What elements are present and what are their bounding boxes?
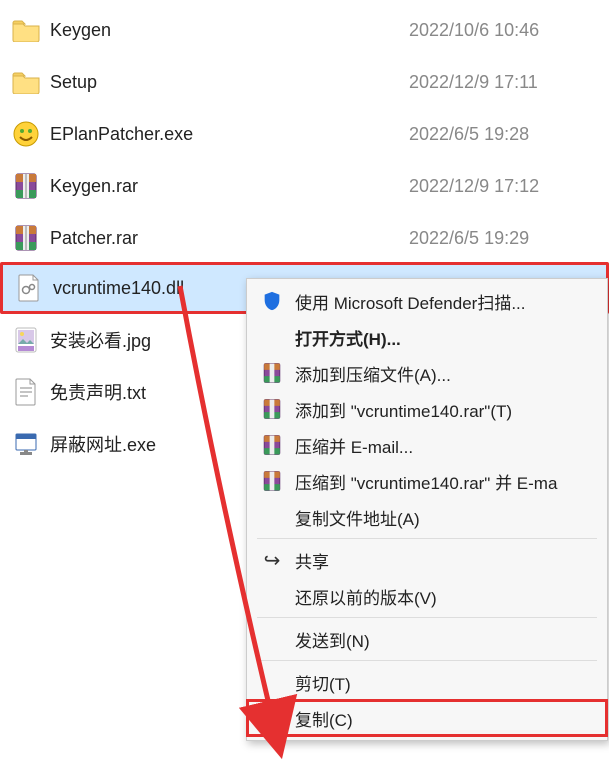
menu-item-label: 添加到压缩文件(A)...: [295, 361, 451, 386]
menu-separator: [257, 617, 597, 618]
menu-item-label: 还原以前的版本(V): [295, 584, 437, 609]
menu-item-add-archive[interactable]: 添加到压缩文件(A)...: [247, 355, 607, 391]
rar-icon: [259, 396, 285, 422]
menu-item-share[interactable]: ↪ 共享: [247, 542, 607, 578]
rar-icon: [12, 172, 40, 200]
file-name: Keygen: [50, 20, 409, 41]
image-icon: [12, 326, 40, 354]
file-date: 2022/10/6 10:46: [409, 20, 609, 41]
rar-icon: [259, 360, 285, 386]
menu-item-label: 压缩到 "vcruntime140.rar" 并 E-ma: [295, 469, 557, 494]
menu-item-label: 复制(C): [295, 706, 353, 731]
file-row[interactable]: Keygen.rar 2022/12/9 17:12: [0, 160, 609, 212]
file-name: Patcher.rar: [50, 228, 409, 249]
rar-icon: [259, 468, 285, 494]
file-name: Keygen.rar: [50, 176, 409, 197]
shield-icon: [259, 288, 285, 314]
menu-item-send-to[interactable]: 发送到(N): [247, 621, 607, 657]
exe-icon: [12, 430, 40, 458]
menu-item-add-to-rar[interactable]: 添加到 "vcruntime140.rar"(T): [247, 391, 607, 427]
file-name: EPlanPatcher.exe: [50, 124, 409, 145]
file-date: 2022/12/9 17:11: [409, 72, 609, 93]
file-date: 2022/6/5 19:29: [409, 228, 609, 249]
folder-icon: [12, 16, 40, 44]
file-row[interactable]: Keygen 2022/10/6 10:46: [0, 4, 609, 56]
menu-item-restore-versions[interactable]: 还原以前的版本(V): [247, 578, 607, 614]
folder-icon: [12, 68, 40, 96]
text-icon: [12, 378, 40, 406]
menu-item-copy-path[interactable]: 复制文件地址(A): [247, 499, 607, 535]
file-date: 2022/6/5 19:28: [409, 124, 609, 145]
dll-icon: [15, 274, 43, 302]
menu-item-compress-to-rar-email[interactable]: 压缩到 "vcruntime140.rar" 并 E-ma: [247, 463, 607, 499]
rar-icon: [259, 432, 285, 458]
rar-icon: [12, 224, 40, 252]
context-menu: 使用 Microsoft Defender扫描... 打开方式(H)... 添加…: [246, 278, 608, 741]
menu-item-compress-email[interactable]: 压缩并 E-mail...: [247, 427, 607, 463]
menu-item-label: 压缩并 E-mail...: [295, 433, 413, 458]
file-row[interactable]: EPlanPatcher.exe 2022/6/5 19:28: [0, 108, 609, 160]
file-name: Setup: [50, 72, 409, 93]
share-icon: ↪: [259, 547, 285, 573]
menu-item-copy[interactable]: 复制(C): [247, 700, 607, 736]
exe-icon: [12, 120, 40, 148]
menu-item-defender-scan[interactable]: 使用 Microsoft Defender扫描...: [247, 283, 607, 319]
menu-item-label: 发送到(N): [295, 627, 370, 652]
menu-item-label: 共享: [295, 548, 329, 573]
menu-item-label: 剪切(T): [295, 670, 351, 695]
menu-item-cut[interactable]: 剪切(T): [247, 664, 607, 700]
menu-item-label: 使用 Microsoft Defender扫描...: [295, 289, 526, 314]
menu-item-label: 复制文件地址(A): [295, 505, 420, 530]
menu-item-label: 添加到 "vcruntime140.rar"(T): [295, 397, 512, 422]
file-date: 2022/12/9 17:12: [409, 176, 609, 197]
menu-item-label: 打开方式(H)...: [295, 325, 401, 350]
menu-separator: [257, 538, 597, 539]
file-row[interactable]: Patcher.rar 2022/6/5 19:29: [0, 212, 609, 264]
file-row[interactable]: Setup 2022/12/9 17:11: [0, 56, 609, 108]
menu-item-open-with[interactable]: 打开方式(H)...: [247, 319, 607, 355]
menu-separator: [257, 660, 597, 661]
